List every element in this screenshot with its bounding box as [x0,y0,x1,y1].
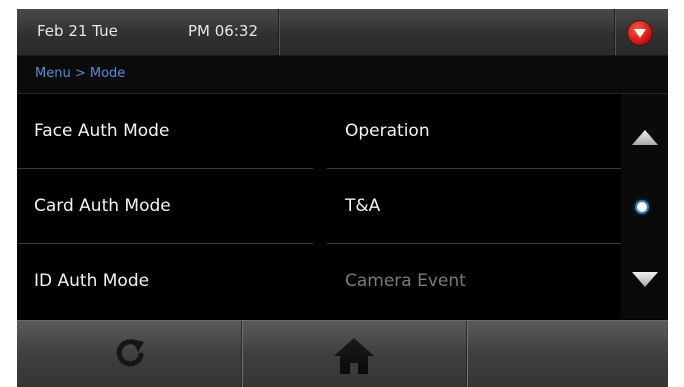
list-row-face-auth[interactable]: Face Auth Mode Operation [17,94,668,169]
row-value[interactable]: Camera Event [327,244,621,318]
row-label: ID Auth Mode [34,271,150,291]
home-button[interactable] [242,321,466,387]
refresh-icon [116,339,144,367]
status-time: PM 06:32 [188,22,258,40]
page-dot-icon [637,202,647,212]
mode-list: Face Auth Mode Operation Card Auth Mode … [17,94,668,319]
breadcrumb[interactable]: Menu > Mode [35,66,125,81]
scroll-column [621,94,668,319]
list-row-card-auth[interactable]: Card Auth Mode T&A [17,169,668,244]
row-label: Face Auth Mode [34,121,170,141]
status-bar: Feb 21 Tue PM 06:32 [17,9,668,56]
list-row-id-auth[interactable]: ID Auth Mode Camera Event [17,244,668,319]
row-label: Card Auth Mode [34,196,171,216]
row-value[interactable]: Operation [327,94,621,168]
status-divider [278,9,279,55]
row-value[interactable]: T&A [327,169,621,243]
status-divider [614,9,615,55]
triangle-down-icon[interactable] [632,272,658,291]
alert-down-icon[interactable] [628,21,652,45]
bottom-bar [17,320,668,387]
triangle-up-icon[interactable] [632,130,658,149]
empty-softkey [467,321,668,387]
home-icon [334,338,374,374]
device-screen: Feb 21 Tue PM 06:32 Menu > Mode Face Aut… [17,9,668,387]
breadcrumb-bar: Menu > Mode [17,56,668,94]
refresh-button[interactable] [17,321,241,387]
status-date: Feb 21 Tue [37,22,118,40]
